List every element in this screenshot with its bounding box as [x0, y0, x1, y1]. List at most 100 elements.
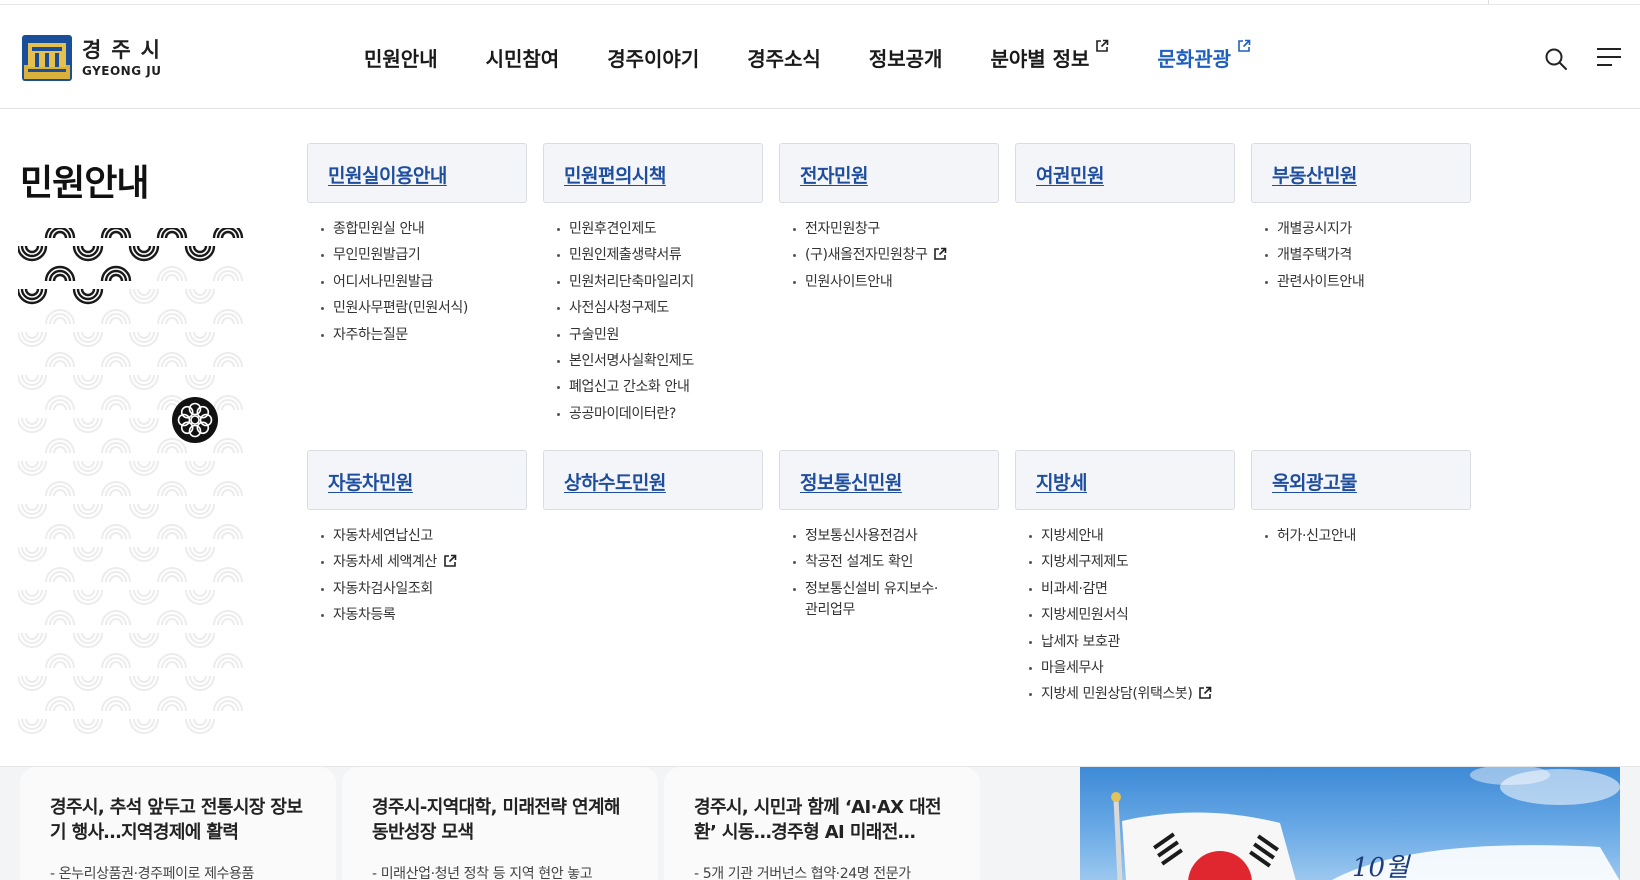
menu-sublist-item[interactable]: 마을세무사 — [1015, 655, 1235, 681]
menu-section-title: 부동산민원 — [1272, 165, 1357, 187]
gyeongju-emblem-icon — [22, 35, 72, 81]
menu-sublist-item[interactable]: 정보통신사용전검사 — [779, 523, 999, 549]
menu-sublist-item[interactable]: 자주하는질문 — [307, 322, 527, 348]
news-card[interactable]: 경주시-지역대학, 미래전략 연계해 동반성장 모색 - 미래산업·청년 정착 등… — [342, 767, 658, 880]
menu-section-card[interactable]: 자동차민원 — [307, 450, 527, 510]
menu-sublist-item[interactable]: 지방세민원서식 — [1015, 602, 1235, 628]
menu-sublist: 자동차세연납신고자동차세 세액계산 자동차검사일조회자동차등록 — [307, 523, 527, 629]
menu-section-card[interactable]: 상하수도민원 — [543, 450, 763, 510]
menu-sublist-label: 지방세민원서식 — [1041, 607, 1129, 624]
bullet-dot-icon — [1265, 280, 1268, 284]
news-card[interactable]: 경주시, 시민과 함께 ‘AI·AX 대전환’ 시동…경주형 AI 미래전… - … — [664, 767, 980, 880]
menu-sublist-item[interactable]: 전자민원창구 — [779, 216, 999, 242]
menu-sublist-item[interactable]: 관련사이트안내 — [1251, 269, 1471, 295]
traditional-wave-pattern — [18, 228, 244, 734]
gnb-item-1[interactable]: 민원안내 — [364, 43, 438, 72]
panel-title: 민원안내 — [20, 163, 149, 204]
menu-sublist-item[interactable]: 개별공시지가 — [1251, 216, 1471, 242]
bullet-dot-icon — [1265, 535, 1268, 538]
menu-section-card[interactable]: 민원편의시책 — [543, 143, 763, 203]
bullet-dot-icon — [321, 228, 324, 231]
news-strip: 경주시, 추석 앞두고 전통시장 장보기 행사…지역경제에 활력 - 온누리상품권… — [0, 766, 1640, 880]
menu-section-card[interactable]: 옥외광고물 — [1251, 450, 1471, 510]
menu-sublist-item[interactable]: 민원사이트안내 — [779, 269, 999, 295]
menu-sublist-label: 자동차세연납신고 — [333, 528, 433, 544]
bullet-dot-icon — [1265, 228, 1268, 231]
external-link-icon — [1096, 39, 1109, 52]
search-icon[interactable] — [1544, 47, 1568, 71]
menu-sublist-item[interactable]: 폐업신고 간소화 안내 — [543, 374, 763, 400]
bullet-dot-icon — [1029, 693, 1032, 697]
menu-sublist-item[interactable]: 납세자 보호관 — [1015, 629, 1235, 655]
menu-sublist-label: 민원사이트안내 — [805, 273, 893, 290]
news-banner-image[interactable]: 10월 — [1080, 767, 1620, 880]
menu-sublist-label: 전자민원창구 — [805, 221, 880, 237]
gnb-item-4[interactable]: 경주소식 — [747, 43, 821, 72]
bullet-dot-icon — [793, 280, 796, 284]
menu-sublist-item[interactable]: 자동차세연납신고 — [307, 523, 527, 549]
menu-sublist-item[interactable]: 지방세안내 — [1015, 523, 1235, 549]
menu-section-title: 민원실이용안내 — [328, 165, 447, 187]
menu-sublist-item[interactable]: 민원사무편람(민원서식) — [307, 295, 527, 321]
menu-sublist-item[interactable]: 지방세구제제도 — [1015, 549, 1235, 575]
menu-sublist-item[interactable]: 구술민원 — [543, 322, 763, 348]
menu-sublist-item[interactable]: 사전심사청구제도 — [543, 295, 763, 321]
menu-section-card[interactable]: 민원실이용안내 — [307, 143, 527, 203]
gnb-item-7[interactable]: 문화관광 — [1157, 39, 1251, 72]
menu-sublist-item[interactable]: 무인민원발급기 — [307, 242, 527, 268]
bullet-dot-icon — [321, 614, 324, 618]
external-link-icon — [1199, 687, 1212, 700]
menu-sublist-item[interactable]: 비과세·감면 — [1015, 576, 1235, 602]
site-logo[interactable]: 경주시 GYEONG JU — [22, 35, 170, 81]
menu-icon[interactable] — [1596, 46, 1622, 68]
menu-section-card[interactable]: 지방세 — [1015, 450, 1235, 510]
menu-sublist-item[interactable]: 본인서명사실확인제도 — [543, 348, 763, 374]
menu-sublist-item[interactable]: 개별주택가격 — [1251, 242, 1471, 268]
menu-sublist-item[interactable]: 허가·신고안내 — [1251, 523, 1471, 549]
news-title: 경주시, 추석 앞두고 전통시장 장보기 행사…지역경제에 활력 — [50, 797, 303, 843]
bullet-dot-icon — [557, 254, 560, 258]
menu-sublist-item[interactable]: 착공전 설계도 확인 — [779, 549, 999, 575]
menu-sublist-item[interactable]: 자동차등록 — [307, 602, 527, 628]
menu-sublist-item[interactable]: 정보통신설비 유지보수·관리업무 — [779, 576, 939, 624]
menu-section-card[interactable]: 여권민원 — [1015, 143, 1235, 203]
bullet-dot-icon — [1265, 254, 1268, 258]
menu-sublist-label: 지방세 민원상담(위택스봇) — [1041, 686, 1193, 703]
news-card[interactable]: 경주시, 추석 앞두고 전통시장 장보기 행사…지역경제에 활력 - 온누리상품권… — [20, 767, 336, 880]
gnb-item-label: 민원안내 — [364, 46, 438, 71]
menu-section-card[interactable]: 정보통신민원 — [779, 450, 999, 510]
menu-section-title: 여권민원 — [1036, 165, 1104, 187]
menu-section-title: 자동차민원 — [328, 472, 413, 494]
gnb-item-5[interactable]: 정보공개 — [869, 43, 943, 72]
menu-sublist-item[interactable]: 종합민원실 안내 — [307, 216, 527, 242]
gnb-item-3[interactable]: 경주이야기 — [607, 43, 699, 72]
menu-sublist-label: 자주하는질문 — [333, 326, 408, 343]
menu-sublist-item[interactable]: 민원인제출생략서류 — [543, 242, 763, 268]
bullet-dot-icon — [1029, 535, 1032, 538]
news-summary: - 미래산업·청년 정착 등 지역 현안 놓고 — [372, 866, 593, 880]
menu-sublist-label: 구술민원 — [569, 326, 619, 343]
menu-sublist-item[interactable]: (구)새올전자민원창구 — [779, 242, 999, 268]
menu-sublist-label: 자동차등록 — [333, 607, 396, 624]
menu-sublist-item[interactable]: 어디서나민원발급 — [307, 269, 527, 295]
bullet-dot-icon — [1029, 561, 1032, 565]
menu-section-card[interactable]: 부동산민원 — [1251, 143, 1471, 203]
menu-sublist-label: 개별공시지가 — [1277, 221, 1352, 237]
gnb-item-2[interactable]: 시민참여 — [486, 43, 560, 72]
external-link-icon — [1238, 39, 1251, 52]
menu-section-title: 상하수도민원 — [564, 472, 666, 494]
menu-sublist-item[interactable]: 지방세 민원상담(위택스봇) — [1015, 681, 1235, 707]
gnb-item-6[interactable]: 분야별 정보 — [990, 39, 1109, 72]
menu-sublist-item[interactable]: 민원처리단축마일리지 — [543, 269, 763, 295]
menu-sublist-item[interactable]: 자동차세 세액계산 — [307, 549, 527, 575]
menu-sublist-item[interactable]: 자동차검사일조회 — [307, 576, 527, 602]
menu-sublist-item[interactable]: 공공마이데이터란? — [543, 401, 763, 427]
menu-sublist-label: (구)새올전자민원창구 — [805, 247, 928, 264]
menu-sublist-label: 민원인제출생략서류 — [569, 247, 682, 264]
external-link-icon — [444, 555, 457, 568]
menu-sublist-item[interactable]: 민원후견인제도 — [543, 216, 763, 242]
menu-section-card[interactable]: 전자민원 — [779, 143, 999, 203]
menu-sublist-label: 납세자 보호관 — [1041, 633, 1120, 650]
logo-korean-text: 경주시 — [82, 37, 170, 62]
bullet-dot-icon — [1029, 587, 1032, 591]
